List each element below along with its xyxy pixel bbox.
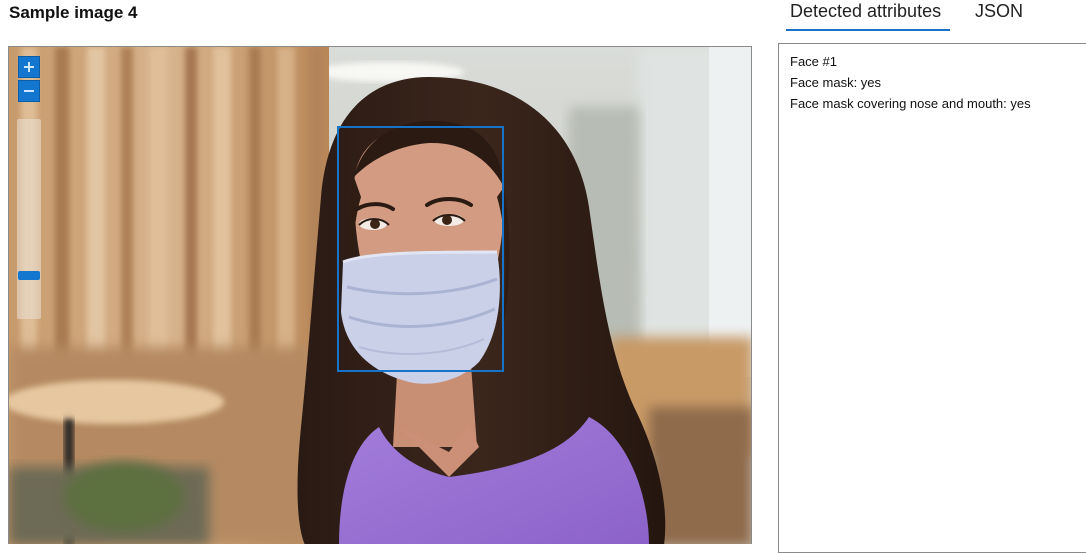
- face-bounding-box: [337, 126, 504, 372]
- zoom-slider-thumb[interactable]: [18, 270, 40, 280]
- tab-json[interactable]: JSON: [975, 1, 1023, 22]
- zoom-slider-track[interactable]: [17, 119, 41, 319]
- tab-detected-attributes[interactable]: Detected attributes: [790, 1, 941, 22]
- page-title: Sample image 4: [9, 3, 138, 22]
- zoom-out-button[interactable]: [18, 80, 40, 102]
- attribute-line: Face mask covering nose and mouth: yes: [790, 96, 1031, 111]
- image-viewer[interactable]: [8, 46, 752, 544]
- selected-tab-indicator: [786, 29, 950, 31]
- zoom-in-button[interactable]: [18, 56, 40, 78]
- detected-attributes-panel: Face #1 Face mask: yes Face mask coverin…: [778, 43, 1086, 553]
- attribute-line: Face mask: yes: [790, 75, 882, 90]
- attribute-line: Face #1: [790, 54, 837, 69]
